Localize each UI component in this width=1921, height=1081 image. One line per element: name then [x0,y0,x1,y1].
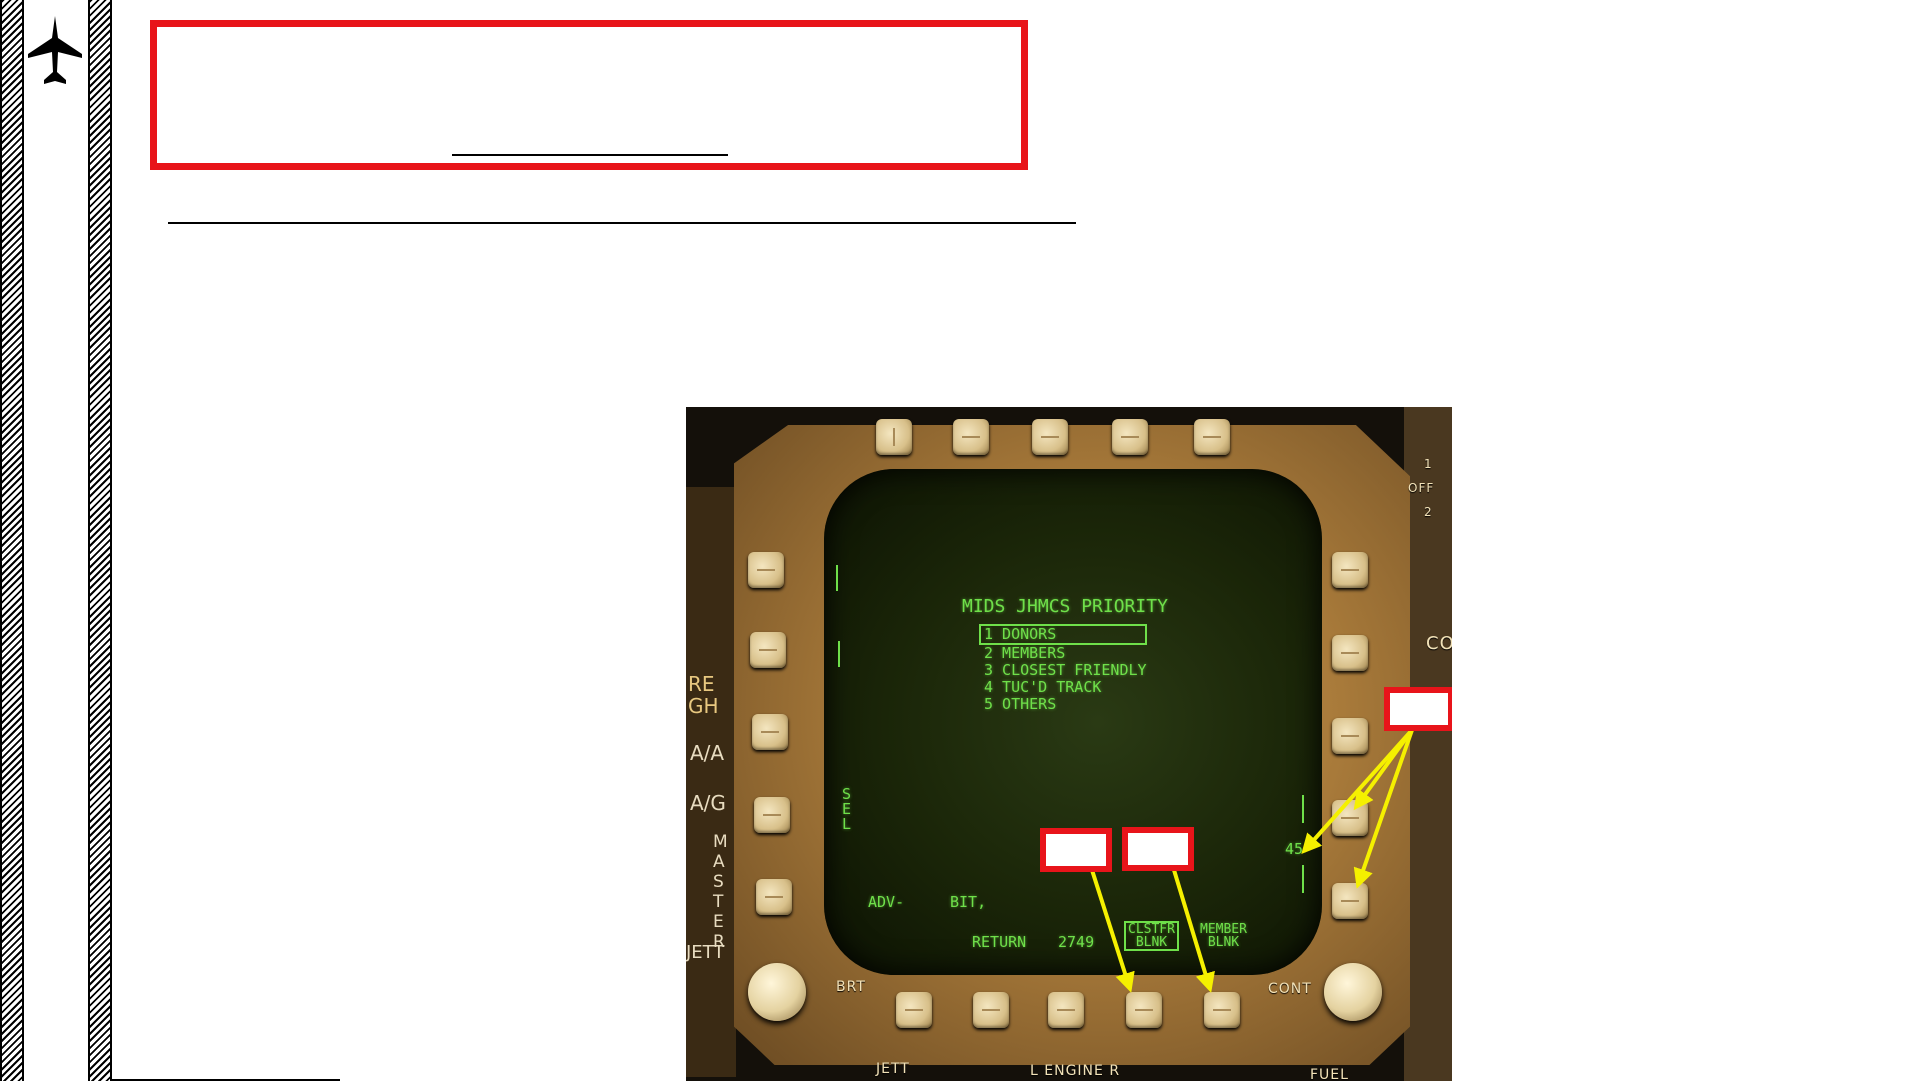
priority-item-closest-friendly[interactable]: 3 CLOSEST FRIENDLY [984,662,1147,679]
cont-knob[interactable] [1324,963,1382,1021]
brt-label: BRT [836,979,866,995]
member-blnk-option[interactable]: MEMBER BLNK [1200,923,1247,949]
osb-top-3[interactable] [1032,419,1068,455]
osb-left-2[interactable] [750,632,786,668]
left-hatched-border [0,0,24,1081]
switch-pos-1: 1 [1424,457,1433,471]
master-label: MASTER [713,832,728,952]
osb-top-5[interactable] [1194,419,1230,455]
osb-right-4[interactable] [1332,800,1368,836]
jet-icon [28,16,82,84]
sel-label: SEL [842,785,852,833]
osb-top-4[interactable] [1112,419,1148,455]
scroll-down-arrow [838,641,840,667]
priority-item-donors[interactable]: 1 DONORS [979,624,1147,645]
return-value: 2749 [1058,933,1095,951]
jett-label: JETT [876,1061,910,1077]
member-blnk-line: BLNK [1207,935,1240,950]
engine-label: L ENGINE R [1030,1063,1121,1079]
priority-list: 1 DONORS 2 MEMBERS 3 CLOSEST FRIENDLY 4 … [979,624,1147,713]
ag-button[interactable]: A/G [690,791,726,815]
callout-box-bottom-left [1040,828,1112,872]
osb-right-3[interactable] [1332,718,1368,754]
clstfr-blnk-option[interactable]: CLSTFR BLNK [1124,921,1179,951]
cockpit-screenshot: RE GH A/A A/G MASTER JETT BRT CONT JETT … [686,407,1452,1081]
return-label: RETURN [972,933,1027,951]
left-label-re: RE [688,672,715,696]
title-box [150,20,1028,170]
switch-pos-off: OFF [1408,481,1435,495]
left-jett-label: JETT [686,942,725,963]
switch-pos-2: 2 [1424,505,1433,519]
scroll-up-arrow [836,565,838,591]
osb-left-1[interactable] [748,552,784,588]
mfd-page-title: MIDS JHMCS PRIORITY [962,596,1168,617]
left-panel-strip [686,487,736,1077]
osb-right-5[interactable] [1332,883,1368,919]
left-label-gh: GH [688,694,719,718]
osb-right-1[interactable] [1332,552,1368,588]
fuel-label: FUEL [1310,1067,1349,1081]
value-down-arrow [1302,865,1304,893]
priority-item-tucd-track[interactable]: 4 TUC'D TRACK [984,679,1147,696]
title-underline [452,154,728,156]
osb-bottom-2[interactable] [973,992,1009,1028]
osb-top-2[interactable] [953,419,989,455]
aa-button[interactable]: A/A [690,741,724,765]
osb-left-4[interactable] [754,797,790,833]
osb-bottom-1[interactable] [896,992,932,1028]
callout-box-bottom-right [1122,827,1194,871]
osb-bottom-4[interactable] [1126,992,1162,1028]
osb-bottom-5[interactable] [1204,992,1240,1028]
osb-top-1[interactable] [876,419,912,455]
adv-label: ADV- [868,893,905,911]
osb-left-3[interactable] [752,714,788,750]
bit-label: BIT, [950,893,987,911]
callout-box-right [1384,687,1452,731]
osb-right-2[interactable] [1332,635,1368,671]
cont-label: CONT [1268,981,1312,997]
right-hatched-border [88,0,112,1081]
clstfr-blnk-line: BLNK [1135,935,1168,950]
osb-bottom-3[interactable] [1048,992,1084,1028]
value-up-arrow [1302,795,1304,823]
section-rule [168,222,1076,224]
co-label: CO [1426,633,1452,654]
value-45: 45 [1285,840,1304,858]
osb-left-5[interactable] [756,879,792,915]
brt-knob[interactable] [748,963,806,1021]
priority-item-members[interactable]: 2 MEMBERS [984,645,1147,662]
priority-item-others[interactable]: 5 OTHERS [984,696,1147,713]
